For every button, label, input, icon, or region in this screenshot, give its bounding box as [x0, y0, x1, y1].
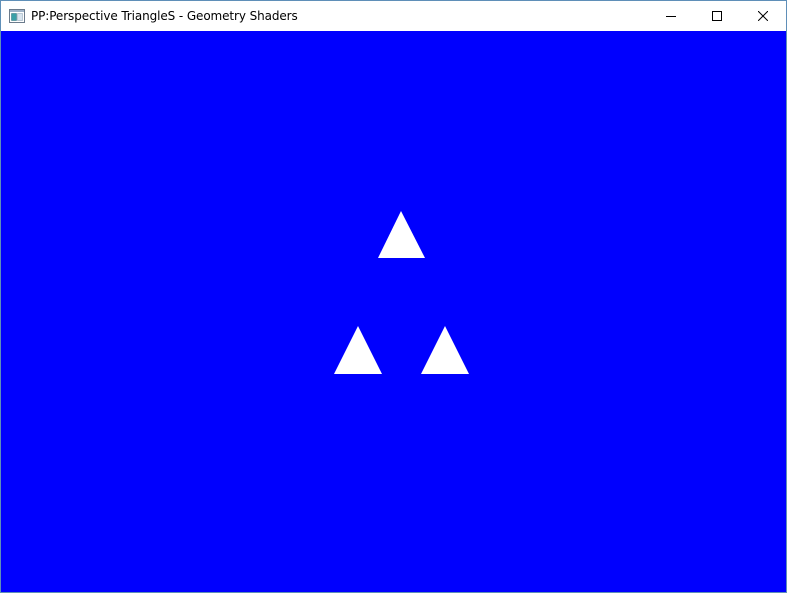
title-bar[interactable]: PP:Perspective TriangleS - Geometry Shad… — [1, 1, 786, 31]
close-icon — [758, 11, 768, 21]
triangle-top — [378, 211, 425, 258]
window-title: PP:Perspective TriangleS - Geometry Shad… — [31, 9, 298, 23]
maximize-icon — [712, 11, 722, 21]
triangle-scene — [334, 211, 469, 374]
render-viewport[interactable] — [1, 31, 786, 592]
application-window-icon[interactable] — [9, 8, 25, 24]
maximize-button[interactable] — [694, 1, 740, 31]
window-controls — [648, 1, 786, 31]
minimize-icon — [666, 16, 676, 17]
triangle-bottom-right — [421, 326, 469, 374]
minimize-button[interactable] — [648, 1, 694, 31]
close-button[interactable] — [740, 1, 786, 31]
triangle-bottom-left — [334, 326, 382, 374]
app-window: PP:Perspective TriangleS - Geometry Shad… — [0, 0, 787, 593]
